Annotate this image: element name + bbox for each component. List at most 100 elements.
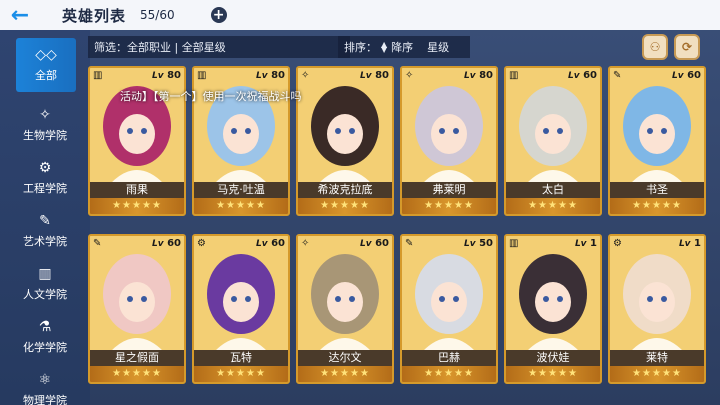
card-header: ✎ Lv 50 <box>402 236 496 250</box>
sidebar-item-biology[interactable]: ✧ 生物学院 <box>0 100 90 150</box>
hero-card[interactable]: ▥ Lv 1 波伏娃 ★★★★★ <box>504 234 602 384</box>
hero-name: 书圣 <box>610 182 704 198</box>
back-arrow-icon[interactable]: ← <box>0 0 40 30</box>
sidebar-item-label: 工程学院 <box>23 182 67 195</box>
star-rating: ★★★★★ <box>610 198 704 214</box>
top-bar: ← 英雄列表 55/60 + <box>0 0 720 30</box>
dna-icon: ✧ <box>301 237 310 249</box>
level-label: Lv 80 <box>255 69 285 81</box>
star-rating: ★★★★★ <box>90 198 184 214</box>
star-rating: ★★★★★ <box>194 198 288 214</box>
hero-card[interactable]: ✎ Lv 50 巴赫 ★★★★★ <box>400 234 498 384</box>
card-header: ▥ Lv 80 <box>194 68 288 82</box>
level-value: 60 <box>271 237 285 249</box>
swap-icon: ⟳ <box>681 40 693 54</box>
card-header: ✧ Lv 60 <box>298 236 392 250</box>
card-header: ▥ Lv 80 <box>90 68 184 82</box>
sidebar-item-chemistry[interactable]: ⚗ 化学学院 <box>0 312 90 362</box>
dna-icon: ✧ <box>39 107 51 123</box>
level-label: Lv 60 <box>359 237 389 249</box>
hero-card[interactable]: ⚙ Lv 1 莱特 ★★★★★ <box>608 234 706 384</box>
book-icon: ▥ <box>509 69 519 81</box>
sort-order: 降序 <box>391 41 414 54</box>
level-value: 80 <box>375 69 389 81</box>
hero-portrait <box>298 68 392 184</box>
palette-icon: ✎ <box>405 237 414 249</box>
sidebar-item-label: 全部 <box>35 69 57 82</box>
book-icon: ▥ <box>197 69 207 81</box>
palette-icon: ✎ <box>93 237 102 249</box>
marquee-text: 活动】【第一个】使用一次祝福战斗吗 <box>120 90 302 103</box>
level-value: 80 <box>271 69 285 81</box>
hero-portrait <box>90 236 184 352</box>
sidebar-item-all[interactable]: ◇◇ 全部 <box>16 38 76 92</box>
book-icon: ▥ <box>93 69 103 81</box>
sidebar: ◇◇ 全部 ✧ 生物学院 ⚙ 工程学院 ✎ 艺术学院 ▥ 人文学院 ⚗ 化学学院… <box>0 30 90 405</box>
palette-icon: ✎ <box>39 213 51 229</box>
star-rating: ★★★★★ <box>506 198 600 214</box>
sidebar-item-label: 生物学院 <box>23 129 67 142</box>
sidebar-item-label: 人文学院 <box>23 288 67 301</box>
card-header: ⚙ Lv 60 <box>194 236 288 250</box>
card-header: ✎ Lv 60 <box>610 68 704 82</box>
level-value: 80 <box>479 69 493 81</box>
hero-portrait <box>402 68 496 184</box>
hero-portrait <box>402 236 496 352</box>
sidebar-item-label: 艺术学院 <box>23 235 67 248</box>
hero-name: 星之假面 <box>90 350 184 366</box>
hero-portrait <box>610 68 704 184</box>
team-icon: ⚇ <box>649 40 661 54</box>
dna-icon: ✧ <box>301 69 310 81</box>
level-label: Lv 60 <box>567 69 597 81</box>
star-rating: ★★★★★ <box>298 198 392 214</box>
filter-button[interactable]: 筛选：全部职业 | 全部星级 <box>88 36 350 58</box>
book-icon: ▥ <box>509 237 519 249</box>
robot-icon: ⚙ <box>38 160 52 176</box>
level-value: 60 <box>375 237 389 249</box>
hero-card[interactable]: ▥ Lv 60 太白 ★★★★★ <box>504 66 602 216</box>
level-value: 80 <box>167 69 181 81</box>
hero-portrait <box>90 68 184 184</box>
hero-card[interactable]: ✧ Lv 60 达尔文 ★★★★★ <box>296 234 394 384</box>
hero-name: 波伏娃 <box>506 350 600 366</box>
hero-card[interactable]: ✎ Lv 60 书圣 ★★★★★ <box>608 66 706 216</box>
card-header: ▥ Lv 1 <box>506 236 600 250</box>
sidebar-item-art[interactable]: ✎ 艺术学院 <box>0 206 90 256</box>
palette-icon: ✎ <box>613 69 622 81</box>
swap-button[interactable]: ⟳ <box>674 34 700 60</box>
sidebar-item-humanities[interactable]: ▥ 人文学院 <box>0 259 90 309</box>
level-label: Lv 1 <box>574 237 597 249</box>
sort-button[interactable]: 排序： ▲ ▼ 降序 星级 <box>338 36 470 58</box>
sidebar-item-engineering[interactable]: ⚙ 工程学院 <box>0 153 90 203</box>
sort-label: 排序： <box>344 41 377 54</box>
atom-icon: ⚛ <box>38 372 52 388</box>
dna-icon: ✧ <box>405 69 414 81</box>
hero-card[interactable]: ✧ Lv 80 希波克拉底 ★★★★★ <box>296 66 394 216</box>
hero-portrait <box>610 236 704 352</box>
level-value: 60 <box>583 69 597 81</box>
level-value: 1 <box>590 237 597 249</box>
robot-icon: ⚙ <box>613 237 622 249</box>
level-label: Lv 80 <box>463 69 493 81</box>
hero-card[interactable]: ⚙ Lv 60 瓦特 ★★★★★ <box>192 234 290 384</box>
sidebar-item-physics[interactable]: ⚛ 物理学院 <box>0 365 90 405</box>
level-label: Lv 80 <box>151 69 181 81</box>
book-icon: ▥ <box>38 266 52 282</box>
hero-name: 瓦特 <box>194 350 288 366</box>
star-rating: ★★★★★ <box>194 366 288 382</box>
hero-name: 雨果 <box>90 182 184 198</box>
team-button[interactable]: ⚇ <box>642 34 668 60</box>
sidebar-item-label: 物理学院 <box>23 394 67 405</box>
card-header: ⚙ Lv 1 <box>610 236 704 250</box>
filter-label: 筛选：全部职业 | 全部星级 <box>94 41 226 54</box>
star-rating: ★★★★★ <box>90 366 184 382</box>
hero-portrait <box>194 68 288 184</box>
level-label: Lv 50 <box>463 237 493 249</box>
add-icon[interactable]: + <box>210 7 227 23</box>
hero-card[interactable]: ✧ Lv 80 弗莱明 ★★★★★ <box>400 66 498 216</box>
hero-portrait <box>506 236 600 352</box>
card-header: ✎ Lv 60 <box>90 236 184 250</box>
hero-card[interactable]: ✎ Lv 60 星之假面 ★★★★★ <box>88 234 186 384</box>
hero-name: 巴赫 <box>402 350 496 366</box>
flask-icon: ⚗ <box>38 319 52 335</box>
